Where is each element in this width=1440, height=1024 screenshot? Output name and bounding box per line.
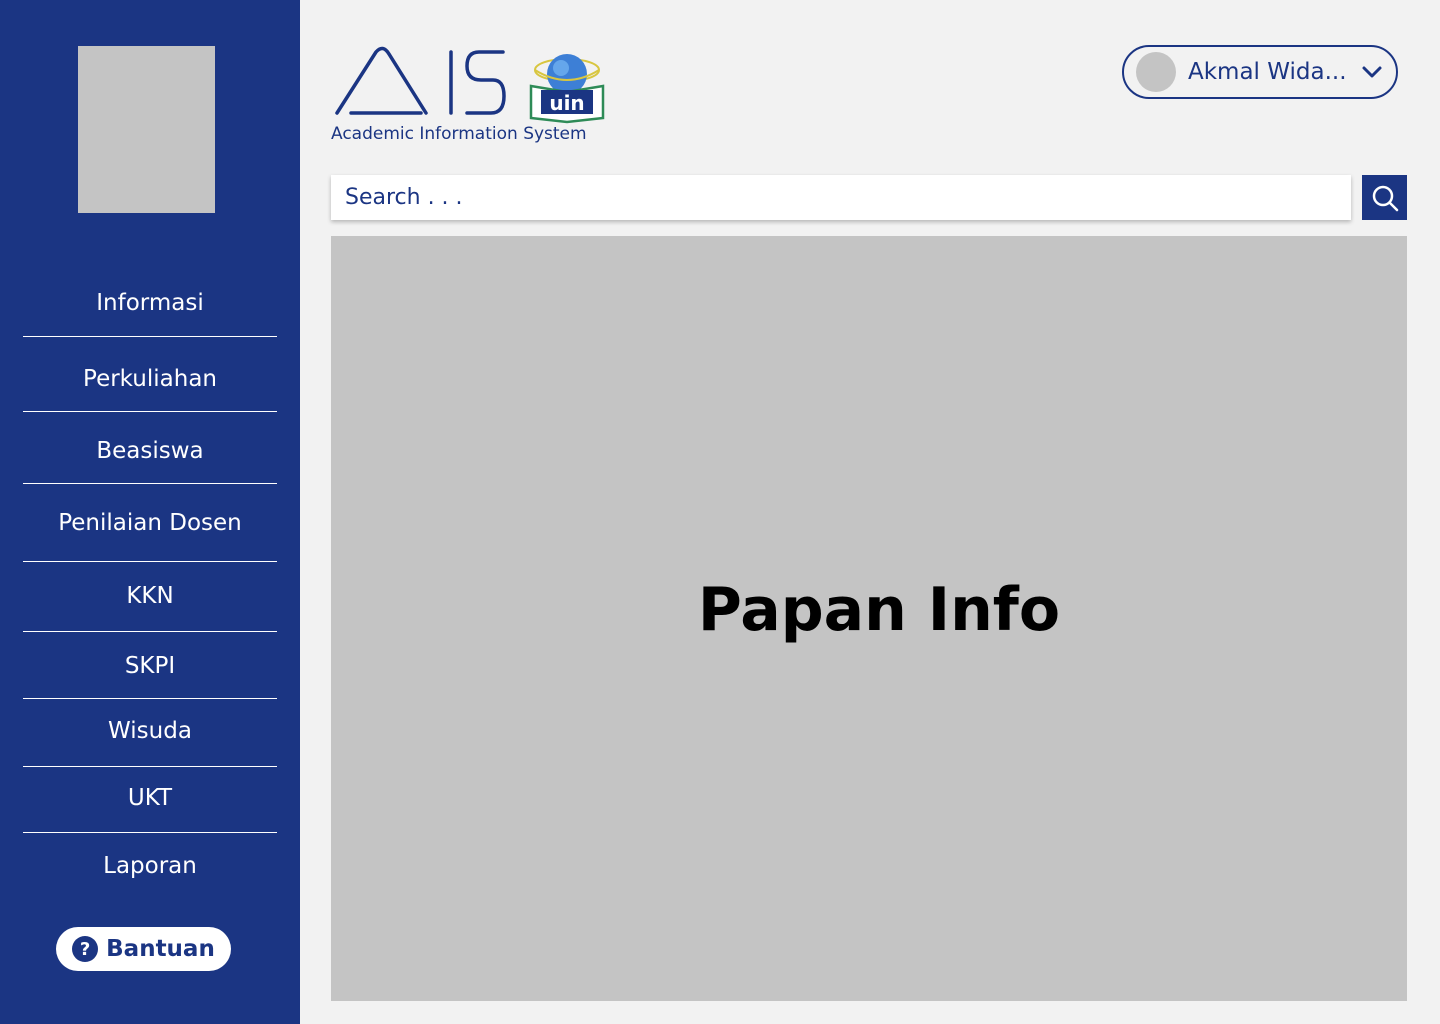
profile-photo: [78, 46, 215, 213]
sidebar-item-label: Laporan: [103, 853, 197, 879]
sidebar-item-skpi[interactable]: SKPI: [23, 653, 277, 699]
sidebar-item-laporan[interactable]: Laporan: [23, 853, 277, 887]
search-icon: [1372, 185, 1398, 211]
sidebar: Informasi Perkuliahan Beasiswa Penilaian…: [0, 0, 300, 1024]
sidebar-item-label: Wisuda: [108, 718, 192, 744]
sidebar-item-penilaian-dosen[interactable]: Penilaian Dosen: [23, 510, 277, 562]
sidebar-item-label: Informasi: [96, 290, 204, 316]
sidebar-item-label: KKN: [126, 583, 174, 609]
sidebar-item-wisuda[interactable]: Wisuda: [23, 718, 277, 767]
logo-caption: Academic Information System: [331, 124, 587, 144]
avatar: [1136, 52, 1176, 92]
help-button-label: Bantuan: [106, 936, 215, 962]
sidebar-item-label: SKPI: [124, 653, 176, 679]
sidebar-item-ukt[interactable]: UKT: [23, 785, 277, 833]
sidebar-item-kkn[interactable]: KKN: [23, 583, 277, 632]
info-board-title: Papan Info: [697, 574, 1061, 645]
sidebar-item-label: UKT: [127, 785, 173, 811]
sidebar-item-perkuliahan[interactable]: Perkuliahan: [23, 366, 277, 412]
search-input[interactable]: [331, 175, 1351, 220]
sidebar-item-informasi[interactable]: Informasi: [23, 290, 277, 337]
sidebar-item-label: Penilaian Dosen: [58, 510, 242, 536]
help-button[interactable]: ? Bantuan: [56, 927, 231, 971]
info-board: Papan Info: [331, 236, 1407, 1001]
help-circle-icon: ?: [72, 936, 99, 962]
search-button[interactable]: [1362, 175, 1407, 220]
sidebar-item-label: Perkuliahan: [83, 366, 217, 392]
sidebar-item-label: Beasiswa: [96, 438, 204, 464]
logo-badge-text: uin: [549, 91, 584, 115]
chevron-down-icon: [1362, 66, 1382, 78]
user-name: Akmal Wida...: [1188, 59, 1347, 85]
ais-logo-mark: uin: [335, 46, 605, 124]
sidebar-item-beasiswa[interactable]: Beasiswa: [23, 438, 277, 484]
user-menu[interactable]: Akmal Wida...: [1122, 45, 1398, 99]
